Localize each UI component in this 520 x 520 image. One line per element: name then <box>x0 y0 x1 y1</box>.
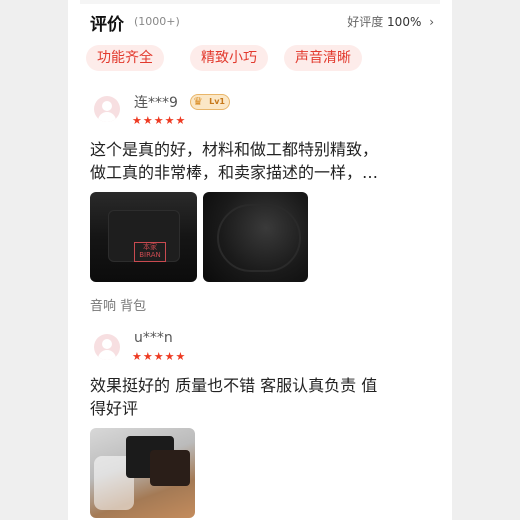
review-photo[interactable]: 本家 BIRAN <box>90 192 197 282</box>
member-level: Lv1 <box>209 97 225 106</box>
reviews-count: (1000+) <box>134 15 180 28</box>
positive-rate[interactable]: 好评度 100% › <box>347 13 434 30</box>
avatar <box>94 96 120 122</box>
reviews-title: 评价 <box>90 15 124 35</box>
review-text-line: 这个是真的好，材料和做工都特别精致， <box>90 140 379 159</box>
tag-clear-sound[interactable]: 声音清晰 <box>284 45 362 71</box>
reviews-header[interactable]: 评价 (1000+) 好评度 100% › <box>90 10 434 35</box>
brand-label: 本家 BIRAN <box>134 242 166 262</box>
review-product-spec: 音响 背包 <box>90 299 147 314</box>
right-margin <box>452 0 520 520</box>
review-text[interactable]: 效果挺好的 质量也不错 客服认真负责 值 得好评 <box>90 374 432 420</box>
review-photo[interactable] <box>90 428 195 518</box>
review-text[interactable]: 这个是真的好，材料和做工都特别精致， 做工真的非常棒，和卖家描述的一样，… <box>90 138 432 184</box>
crown-icon: ♛ <box>193 95 203 108</box>
avatar <box>94 334 120 360</box>
review-text-line: 得好评 <box>90 399 139 418</box>
top-divider <box>80 0 440 4</box>
tag-feature-complete[interactable]: 功能齐全 <box>86 45 164 71</box>
star-rating: ★★★★★ <box>132 114 187 127</box>
review-text-line: 做工真的非常棒，和卖家描述的一样，… <box>90 163 379 182</box>
tag-compact[interactable]: 精致小巧 <box>190 45 268 71</box>
positive-rate-value: 100% <box>387 15 422 29</box>
review-username: 连***9 <box>134 95 178 111</box>
review-photo[interactable] <box>203 192 308 282</box>
review-username: u***n <box>134 330 173 346</box>
chevron-right-icon[interactable]: › <box>429 15 434 29</box>
star-rating: ★★★★★ <box>132 350 187 363</box>
member-badge: ♛ Lv1 <box>190 94 230 110</box>
review-text-line: 效果挺好的 质量也不错 客服认真负责 值 <box>90 376 378 395</box>
review-tags: 功能齐全 精致小巧 声音清晰 <box>86 45 440 73</box>
reviews-panel: 评价 (1000+) 好评度 100% › 功能齐全 精致小巧 声音清晰 连**… <box>80 0 440 520</box>
positive-rate-label: 好评度 <box>347 15 384 29</box>
left-margin <box>0 0 68 520</box>
